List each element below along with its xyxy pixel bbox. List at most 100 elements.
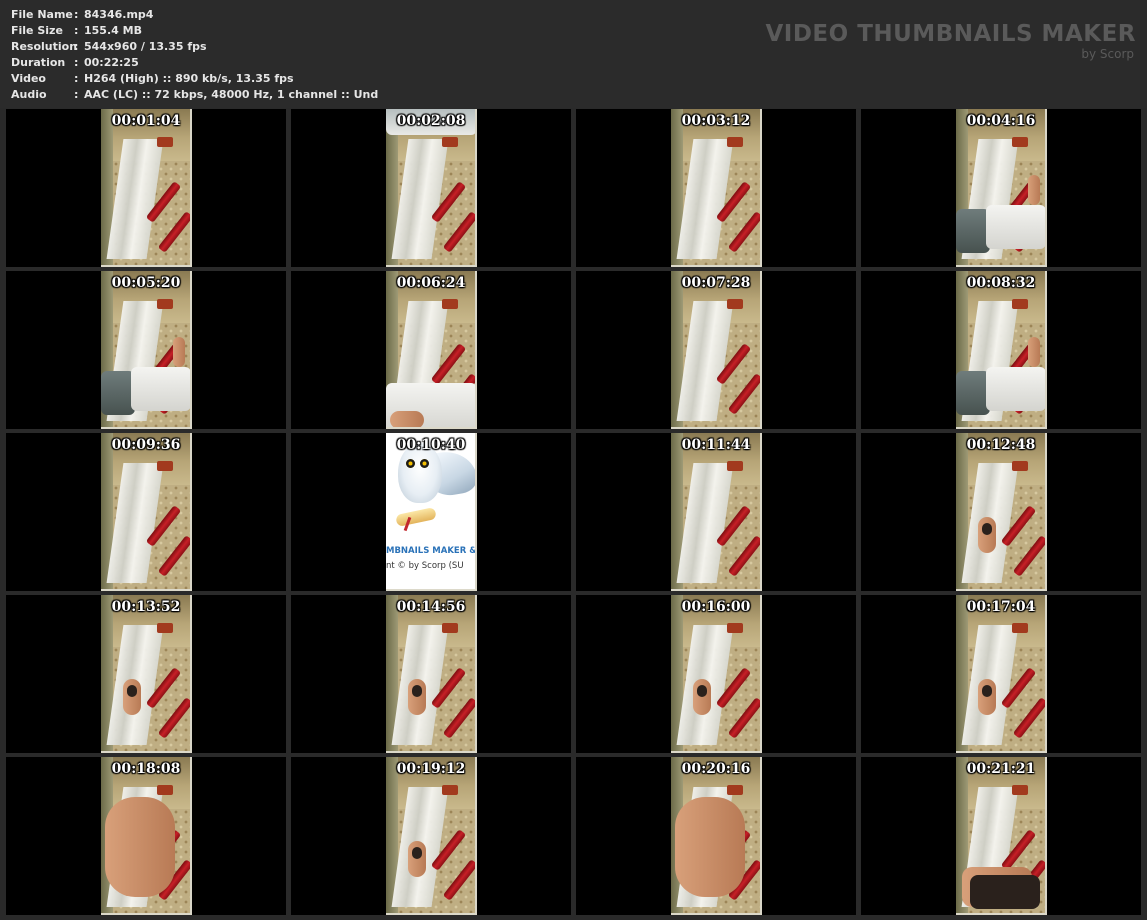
frame-edge [190,109,192,267]
thumbnail-cell: 00:17:04 [861,595,1141,753]
info-value: 155.4 MB [84,24,142,37]
figure-dark-shape [697,685,707,697]
frame-edge [671,589,762,591]
frame-edge [1045,757,1047,915]
thumbnail-cell: 00:05:20 [6,271,286,429]
video-frame [101,433,192,591]
frame-edge [101,589,192,591]
room-lamp [442,299,458,309]
jeans-shape [956,209,990,253]
frame-edge [956,751,1047,753]
room-lamp [1012,137,1028,147]
splash-screen: MBNAILS MAKER & nt © by Scorp (SU [386,433,477,591]
jeans-shape [101,371,135,415]
brand-title: VIDEO THUMBNAILS MAKER [765,21,1136,47]
thumbnail-cell: 00:11:44 [576,433,856,591]
frame-edge [386,427,477,429]
thumbnail-cell: 00:01:04 [6,109,286,267]
info-value: H264 (High) :: 890 kb/s, 13.35 fps [84,72,294,85]
thumbnail-cell: 00:02:08 [291,109,571,267]
frame-edge [671,265,762,267]
frame-edge [671,913,762,915]
video-frame: MBNAILS MAKER & nt © by Scorp (SU [386,433,477,591]
shirt-shape [986,367,1046,411]
shirt-shape [131,367,191,411]
frame-edge [101,427,192,429]
file-info: File Name : 84346.mp4 File Size : 155.4 … [11,7,378,103]
info-label: Duration [11,56,66,69]
figure-dark-shape [982,685,992,697]
frame-edge [101,751,192,753]
info-label: Video [11,72,46,85]
frame-edge [956,589,1047,591]
thumbnail-cell: 00:20:16 [576,757,856,915]
frame-edge [386,751,477,753]
arm-shape [173,337,185,367]
frame-edge [475,109,477,267]
thumbnail-grid: 00:01:04 00:02:08 00:03:12 00:04:16 00:0… [6,109,1141,915]
info-row-video: Video : H264 (High) :: 890 kb/s, 13.35 f… [11,71,378,87]
thumbnail-cell: MBNAILS MAKER & nt © by Scorp (SU 00:10:… [291,433,571,591]
info-row-file-size: File Size : 155.4 MB [11,23,378,39]
thumbnail-cell: 00:12:48 [861,433,1141,591]
info-separator: : [74,72,79,85]
frame-edge [475,433,477,591]
frame-edge [475,595,477,753]
video-frame [956,595,1047,753]
figure-shape [675,797,745,897]
thumbnail-cell: 00:16:00 [576,595,856,753]
room-lamp [1012,299,1028,309]
frame-edge [956,913,1047,915]
thumbnail-cell: 00:08:32 [861,271,1141,429]
frame-edge [671,427,762,429]
arm-shape [1028,175,1040,205]
frame-edge [1045,271,1047,429]
video-frame [386,757,477,915]
room-lamp [1012,623,1028,633]
video-frame [671,433,762,591]
video-frame [956,109,1047,267]
info-row-file-name: File Name : 84346.mp4 [11,7,378,23]
video-frame [671,109,762,267]
frame-edge [190,757,192,915]
thumbnail-cell: 00:04:16 [861,109,1141,267]
frame-edge [760,757,762,915]
frame-edge [1045,109,1047,267]
thumbnail-cell: 00:06:24 [291,271,571,429]
frame-edge [475,271,477,429]
brand-subtitle: by Scorp [1081,47,1134,61]
video-frame [671,595,762,753]
info-value: 00:22:25 [84,56,139,69]
thumbnail-cell: 00:14:56 [291,595,571,753]
owl-icon [398,443,442,503]
frame-edge [190,271,192,429]
figure-dark-shape [412,685,422,697]
frame-edge [101,913,192,915]
frame-edge [190,433,192,591]
frame-edge [386,589,477,591]
brand-watermark: VIDEO THUMBNAILS MAKER by Scorp [765,20,1136,60]
video-frame [956,433,1047,591]
frame-edge [956,427,1047,429]
splash-copyright: nt © by Scorp (SU [386,561,464,571]
video-frame [671,271,762,429]
info-separator: : [74,24,79,37]
scroll-icon [395,506,437,528]
info-separator: : [74,40,79,53]
video-frame [386,271,477,429]
arm-shape [1028,337,1040,367]
room-lamp [157,785,173,795]
info-separator: : [74,88,79,101]
owl-eye [420,459,429,468]
video-frame [671,757,762,915]
room-lamp [157,137,173,147]
thumbnail-cell: 00:18:08 [6,757,286,915]
room-lamp [727,785,743,795]
info-label: File Name [11,8,73,21]
video-frame [956,757,1047,915]
room-lamp [442,623,458,633]
shirt-shape [986,205,1046,249]
video-frame [956,271,1047,429]
header: File Name : 84346.mp4 File Size : 155.4 … [0,0,1147,108]
thumbnail-cell: 00:03:12 [576,109,856,267]
